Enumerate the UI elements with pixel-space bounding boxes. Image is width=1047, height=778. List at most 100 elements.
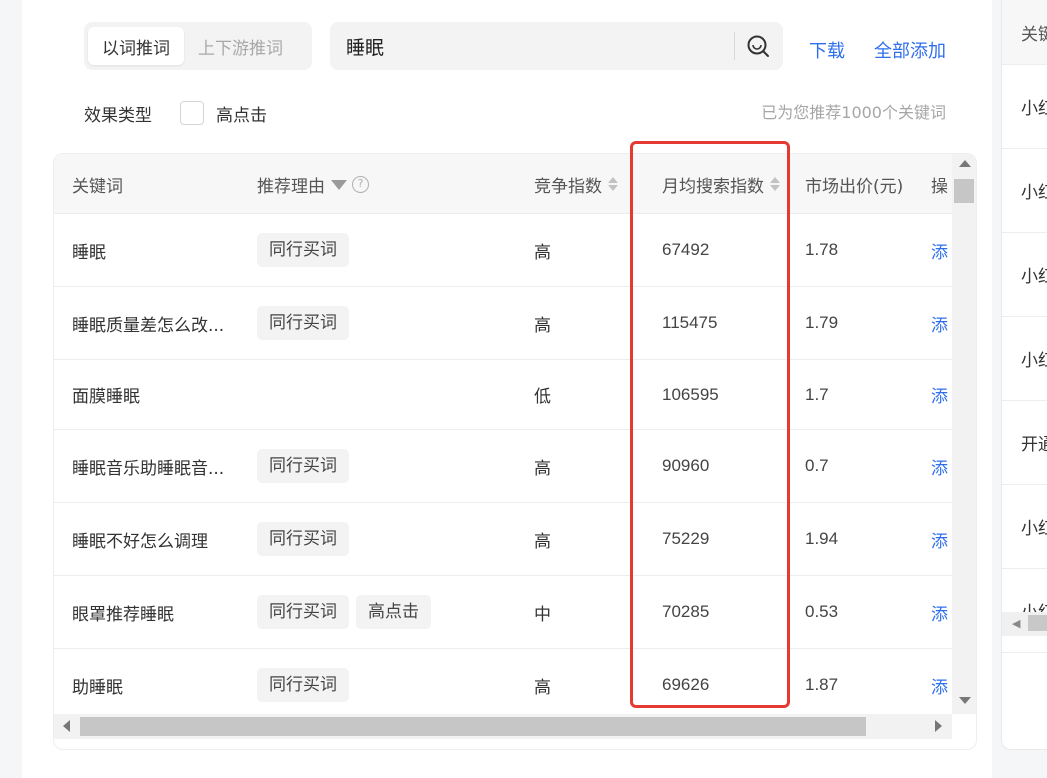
vertical-scroll-thumb[interactable]: [954, 179, 974, 203]
vertical-scrollbar[interactable]: [952, 154, 976, 714]
keyword-cell: 眼罩推荐睡眠: [72, 604, 174, 625]
reason-cell: 同行买词: [257, 649, 356, 721]
tab-upstream-downstream[interactable]: 上下游推词: [184, 27, 297, 65]
monthly-search-cell: 115475: [662, 313, 718, 332]
scroll-left-icon[interactable]: [63, 720, 70, 732]
col-competition-header[interactable]: 竞争指数: [534, 154, 618, 214]
high-click-checkbox[interactable]: [180, 101, 204, 125]
reason-tag: 同行买词: [257, 522, 349, 556]
keyword-cell: 睡眠不好怎么调理: [72, 531, 208, 552]
right-scroll-thumb[interactable]: [1028, 615, 1047, 631]
table-header: 关键词 推荐理由 ? 竞争指数 月均搜索指数 市场出价(元) 操: [54, 154, 952, 214]
table-row: 睡眠不好怎么调理 同行买词 高 75229 1.94 添: [54, 503, 952, 576]
keyword-cell: 面膜睡眠: [72, 387, 140, 407]
filter-icon[interactable]: [331, 180, 347, 190]
monthly-search-cell: 69626: [662, 675, 710, 694]
add-keyword-link[interactable]: 添: [931, 430, 948, 502]
selected-keywords-panel: 关键 小红 小红 小红 小红 开通 小红 小红 ◀: [1001, 0, 1047, 750]
reason-tag: 同行买词: [257, 306, 349, 340]
add-all-link[interactable]: 全部添加: [874, 37, 946, 63]
competition-cell: 中: [534, 604, 551, 625]
table-row: 助睡眠 同行买词 高 69626 1.87 添: [54, 649, 952, 722]
list-item: 小红: [1002, 485, 1047, 569]
add-keyword-link[interactable]: 添: [931, 287, 948, 359]
add-keyword-link[interactable]: 添: [931, 214, 948, 286]
competition-cell: 高: [534, 531, 551, 552]
recommend-count-note: 已为您推荐1000个关键词: [761, 103, 946, 122]
add-keyword-link[interactable]: 添: [931, 649, 948, 721]
col-market-bid-header: 市场出价(元): [805, 176, 904, 197]
scroll-right-icon[interactable]: [935, 720, 942, 732]
selected-panel-header: 关键: [1002, 0, 1047, 65]
reason-tag: 同行买词: [257, 449, 349, 483]
market-bid-cell: 0.53: [805, 602, 839, 621]
competition-cell: 低: [534, 387, 551, 407]
add-keyword-link[interactable]: 添: [931, 360, 948, 429]
keyword-cell: 睡眠质量差怎么改...: [72, 315, 225, 336]
keyword-cell: 睡眠: [72, 242, 106, 263]
table-body: 睡眠 同行买词 高 67492 1.78 添 睡眠质量差怎么改... 同行买词 …: [54, 214, 952, 722]
col-operation-header: 操: [931, 176, 948, 197]
monthly-search-cell: 90960: [662, 456, 710, 475]
monthly-search-cell: 67492: [662, 240, 710, 259]
competition-cell: 高: [534, 677, 551, 698]
effect-type-label: 效果类型: [84, 106, 152, 126]
left-gutter: [0, 0, 22, 778]
col-monthly-search-header[interactable]: 月均搜索指数: [662, 154, 780, 214]
high-click-label[interactable]: 高点击: [216, 101, 267, 126]
market-bid-cell: 0.7: [805, 456, 829, 475]
reason-cell: 同行买词: [257, 214, 356, 286]
list-item: 小红: [1002, 569, 1047, 653]
list-item: 小红: [1002, 65, 1047, 149]
sort-icon[interactable]: [770, 176, 780, 192]
horizontal-scroll-thumb[interactable]: [80, 717, 866, 736]
market-bid-cell: 1.79: [805, 313, 839, 332]
col-reason-header: 推荐理由 ?: [257, 154, 369, 214]
reason-tag: 同行买词: [257, 595, 349, 629]
sort-icon[interactable]: [608, 176, 618, 192]
monthly-search-cell: 106595: [662, 384, 719, 404]
market-bid-cell: 1.87: [805, 675, 839, 694]
recommend-mode-tabs: 以词推词 上下游推词: [84, 22, 312, 70]
keyword-cell: 睡眠音乐助睡眠音...: [72, 458, 225, 479]
reason-tag: 高点击: [356, 595, 431, 629]
table-row: 睡眠 同行买词 高 67492 1.78 添: [54, 214, 952, 287]
col-keyword-header: 关键词: [72, 176, 123, 197]
horizontal-scrollbar[interactable]: [54, 714, 952, 739]
scroll-left-icon[interactable]: ◀: [1012, 617, 1020, 630]
right-horizontal-scrollbar[interactable]: ◀: [1002, 612, 1047, 636]
table-row: 睡眠质量差怎么改... 同行买词 高 115475 1.79 添: [54, 287, 952, 360]
tab-word-to-word[interactable]: 以词推词: [88, 27, 184, 65]
table-row: 睡眠音乐助睡眠音... 同行买词 高 90960 0.7 添: [54, 430, 952, 503]
scroll-down-icon[interactable]: [959, 697, 971, 704]
table-row: 眼罩推荐睡眠 同行买词 高点击 中 70285 0.53 添: [54, 576, 952, 649]
competition-cell: 高: [534, 242, 551, 263]
reason-tag: 同行买词: [257, 668, 349, 702]
keyword-cell: 助睡眠: [72, 677, 123, 698]
search-divider: [734, 32, 735, 60]
list-item: 小红: [1002, 317, 1047, 401]
help-icon[interactable]: ?: [352, 175, 369, 193]
scroll-up-icon[interactable]: [959, 160, 971, 167]
competition-cell: 高: [534, 315, 551, 336]
reason-cell: 同行买词 高点击: [257, 576, 438, 648]
reason-cell: 同行买词: [257, 287, 356, 359]
reason-cell: 同行买词: [257, 503, 356, 575]
monthly-search-cell: 75229: [662, 529, 710, 548]
download-link[interactable]: 下载: [809, 37, 845, 63]
search-input[interactable]: [346, 22, 726, 70]
market-bid-cell: 1.78: [805, 240, 839, 259]
add-keyword-link[interactable]: 添: [931, 576, 948, 648]
list-item: 开通: [1002, 401, 1047, 485]
list-item: 小红: [1002, 233, 1047, 317]
search-icon[interactable]: [745, 33, 771, 59]
market-bid-cell: 1.7: [805, 384, 829, 404]
reason-cell: 同行买词: [257, 430, 356, 502]
list-item: 小红: [1002, 149, 1047, 233]
keyword-table: 关键词 推荐理由 ? 竞争指数 月均搜索指数 市场出价(元) 操 睡眠 同行买词…: [53, 153, 977, 750]
add-keyword-link[interactable]: 添: [931, 503, 948, 575]
search-box: [330, 22, 783, 70]
reason-tag: 同行买词: [257, 233, 349, 267]
market-bid-cell: 1.94: [805, 529, 839, 548]
competition-cell: 高: [534, 458, 551, 479]
